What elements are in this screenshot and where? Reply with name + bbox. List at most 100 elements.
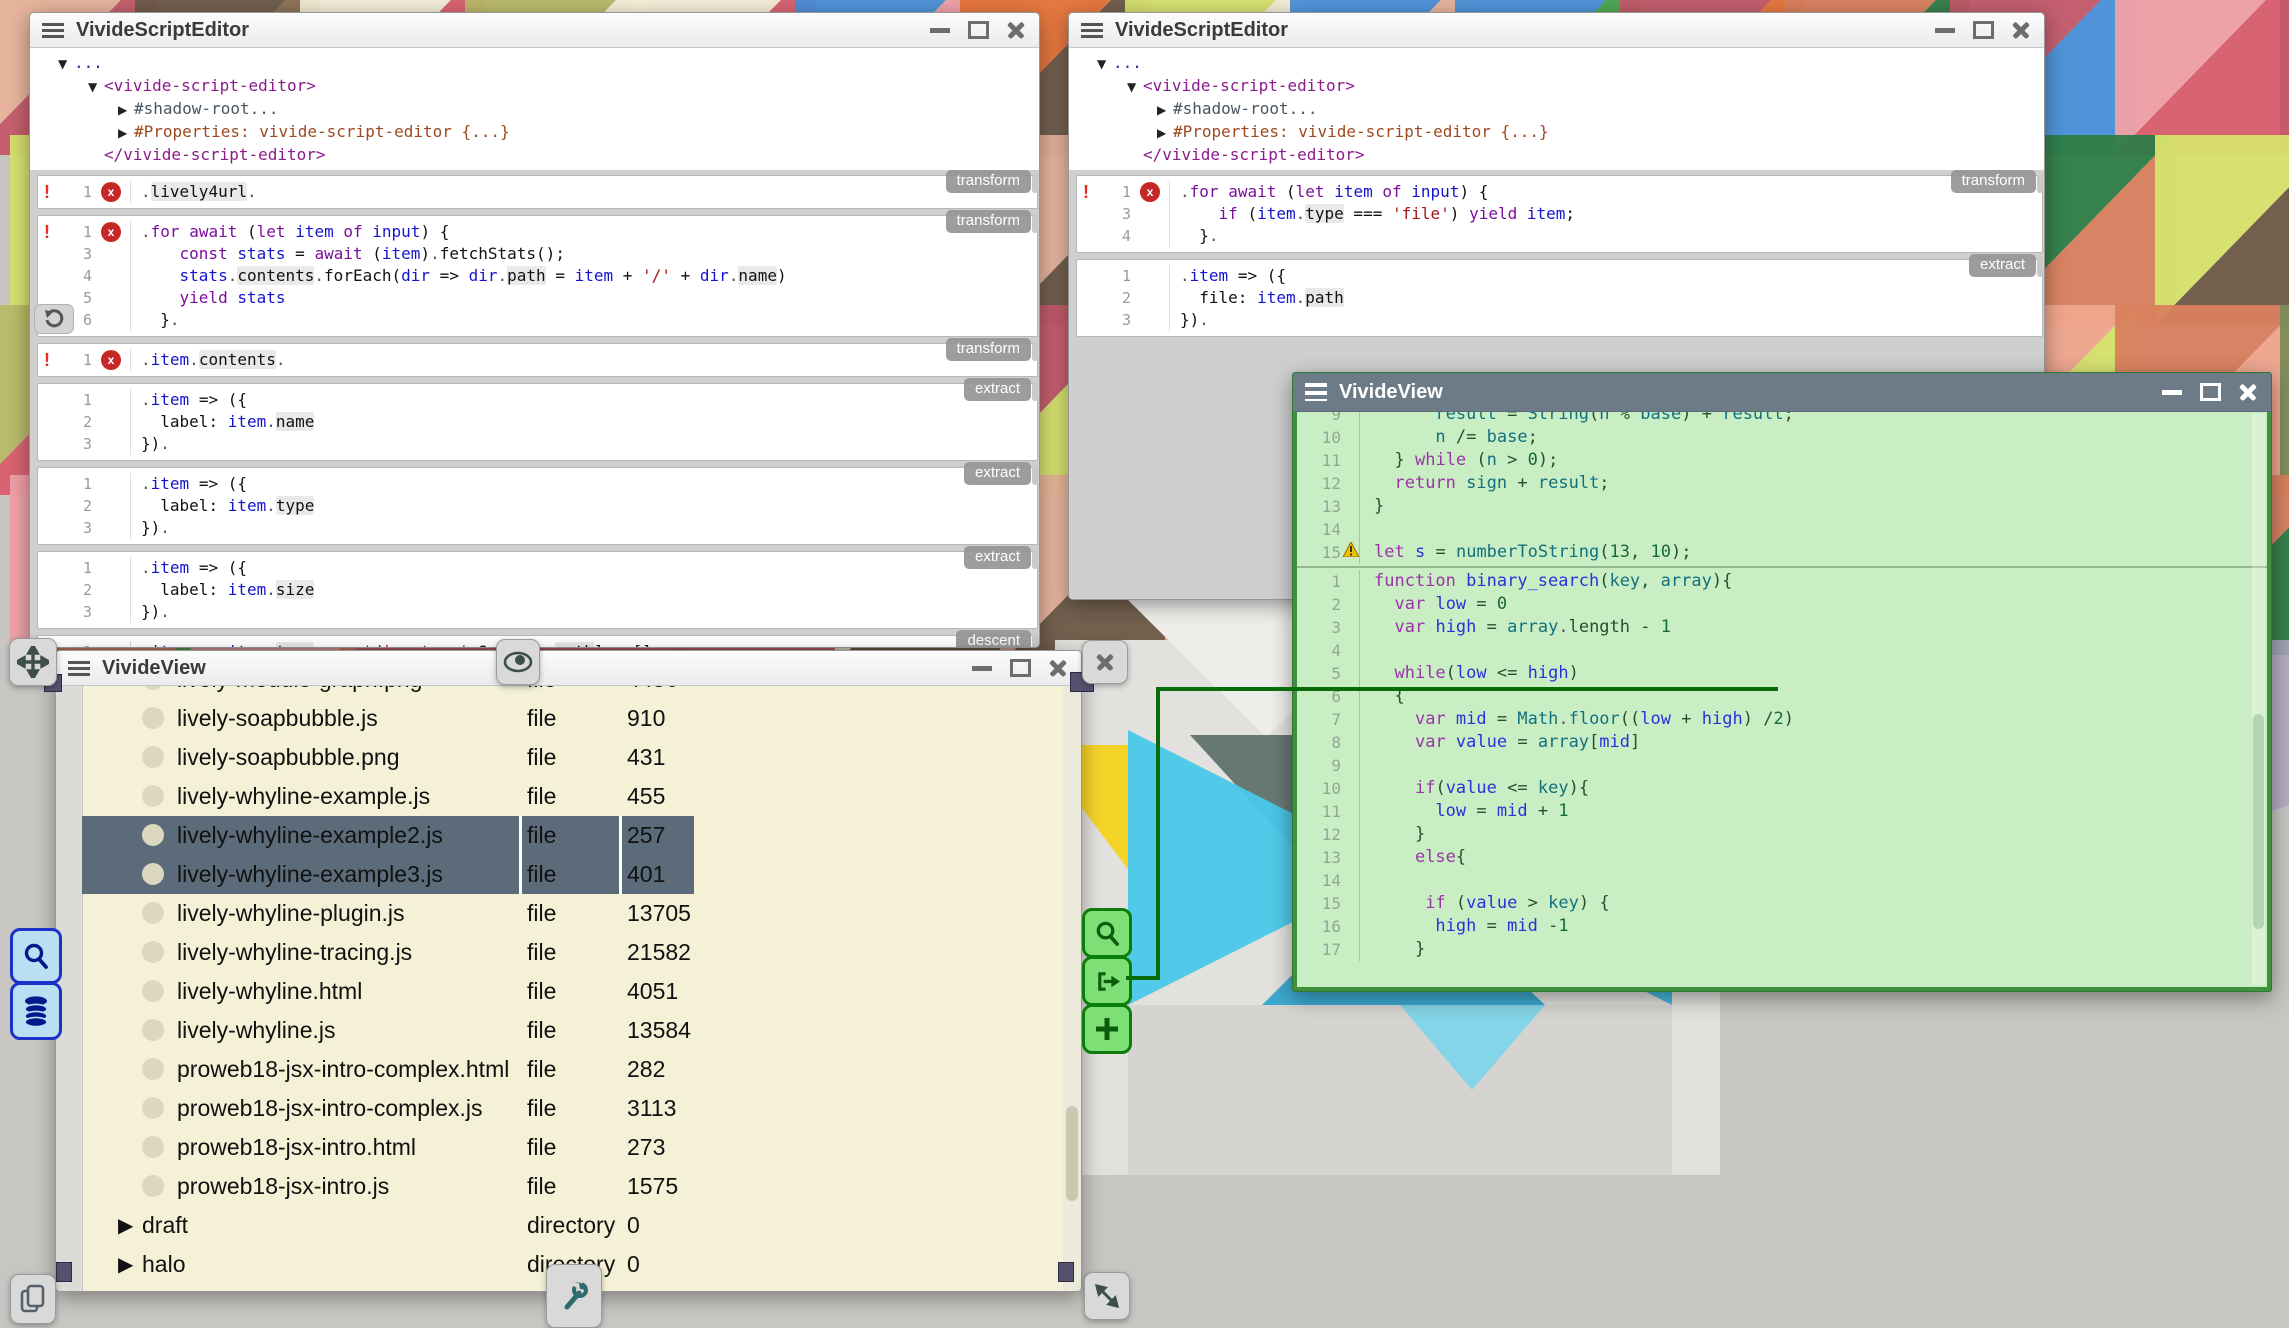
file-row[interactable]: lively-whyline-plugin.jsfile13705 — [82, 894, 694, 933]
dom-tree-node[interactable]: </vivide-script-editor> — [58, 144, 1039, 166]
close-icon[interactable] — [1007, 21, 1025, 39]
data-source-button[interactable] — [10, 982, 62, 1040]
code-block[interactable]: 9 result = String(n % base) + result;10 … — [1297, 412, 2267, 564]
file-row[interactable]: ▶halodirectory0 — [82, 1245, 694, 1284]
expand-open-icon[interactable]: ▼ — [88, 76, 104, 98]
dom-tree-node[interactable]: ▶#Properties: vivide-script-editor {...} — [1097, 121, 2044, 144]
dom-tree-node[interactable]: ▶#Properties: vivide-script-editor {...} — [58, 121, 1039, 144]
move-button[interactable] — [9, 638, 57, 686]
dom-tree-node[interactable]: ▼... — [1097, 52, 2044, 75]
step-type-badge[interactable]: transform — [946, 210, 1031, 233]
minimize-icon[interactable] — [972, 666, 992, 671]
minimize-icon[interactable] — [1935, 28, 1955, 33]
scrollbar-vertical[interactable] — [2252, 414, 2265, 985]
code-block[interactable]: 1function binary_search(key, array){2 va… — [1297, 570, 2267, 961]
script-step-block[interactable]: extract1.item => ({2 label: item.name3})… — [37, 383, 1038, 461]
titlebar[interactable]: VivideScriptEditor — [1069, 13, 2044, 48]
file-row[interactable]: proweb18-jsx-intro-complex.htmlfile282 — [82, 1050, 694, 1089]
script-step-block[interactable]: transform!1x.for await (let item of inpu… — [1076, 175, 2043, 253]
expand-open-icon[interactable]: ▼ — [1097, 53, 1113, 75]
minimize-icon[interactable] — [930, 28, 950, 33]
tools-button[interactable] — [546, 1264, 602, 1328]
eye-button[interactable] — [496, 639, 540, 685]
dom-tree-label: </vivide-script-editor> — [1143, 145, 1365, 164]
copy-button[interactable] — [10, 1274, 56, 1324]
script-step-block[interactable]: transform!1x.for await (let item of inpu… — [37, 215, 1038, 337]
file-row[interactable]: lively-whyline-example.jsfile455 — [82, 777, 694, 816]
expand-closed-icon[interactable]: ▶ — [1157, 99, 1173, 121]
resize-button[interactable] — [1084, 1272, 1130, 1320]
file-row[interactable]: lively-whyline.jsfile13584 — [82, 1011, 694, 1050]
file-row[interactable]: ▶draftdirectory0 — [82, 1206, 694, 1245]
expand-closed-icon[interactable]: ▶ — [118, 1213, 133, 1237]
maximize-icon[interactable] — [1973, 21, 1994, 39]
script-step-block[interactable]: extract1.item => ({2 file: item.path3}). — [1076, 259, 2043, 337]
titlebar[interactable]: VivideScriptEditor — [30, 13, 1039, 48]
search-button-blue[interactable] — [10, 928, 62, 984]
dom-tree-node[interactable]: ▼<vivide-script-editor> — [1097, 75, 2044, 98]
export-connection-button[interactable] — [1082, 956, 1132, 1006]
step-type-badge[interactable]: transform — [1951, 170, 2036, 193]
expand-open-icon[interactable]: ▼ — [1127, 76, 1143, 98]
step-type-badge[interactable]: transform — [946, 170, 1031, 193]
maximize-icon[interactable] — [2200, 383, 2221, 401]
dom-tree-node[interactable]: ▼<vivide-script-editor> — [58, 75, 1039, 98]
script-step-block[interactable]: transform!1x.item.contents. — [37, 343, 1038, 377]
add-view-button[interactable] — [1082, 1004, 1132, 1054]
file-row[interactable]: proweb18-jsx-intro-complex.jsfile3113 — [82, 1089, 694, 1128]
file-row[interactable]: proweb18-jsx-intro.jsfile1575 — [82, 1167, 694, 1206]
script-step-block[interactable]: extract1.item => ({2 label: item.type3})… — [37, 467, 1038, 545]
scrollbar-thumb[interactable] — [2253, 714, 2264, 929]
file-row[interactable]: lively-whyline-example2.jsfile257 — [82, 816, 694, 855]
file-row[interactable]: lively-whyline.htmlfile4051 — [82, 972, 694, 1011]
minimize-icon[interactable] — [2162, 390, 2182, 395]
step-type-badge[interactable]: extract — [964, 462, 1031, 485]
line-number: 3 — [60, 433, 92, 455]
script-step-block[interactable]: extract1.item => ({2 label: item.size3})… — [37, 551, 1038, 629]
maximize-icon[interactable] — [968, 21, 989, 39]
expand-closed-icon[interactable]: ▶ — [118, 122, 134, 144]
resize-handle-bottom-left[interactable] — [56, 1262, 72, 1282]
close-icon[interactable] — [2239, 383, 2257, 401]
search-button-green[interactable] — [1082, 908, 1132, 958]
scrollbar-vertical[interactable] — [1063, 686, 1081, 1291]
file-row[interactable]: lively-whyline-example3.jsfile401 — [82, 855, 694, 894]
scrollbar-thumb[interactable] — [1066, 1106, 1078, 1201]
close-icon[interactable] — [2012, 21, 2030, 39]
file-row[interactable]: proweb18-jsx-intro.htmlfile273 — [82, 1128, 694, 1167]
expand-closed-icon[interactable]: ▶ — [118, 1252, 133, 1276]
step-type-badge[interactable]: extract — [964, 378, 1031, 401]
titlebar[interactable]: VivideView — [1293, 373, 2271, 412]
expand-closed-icon[interactable]: ▶ — [1157, 122, 1173, 144]
file-row[interactable]: lively-module-graph.pngfile4456 — [82, 686, 694, 699]
file-row[interactable]: index.htmlfile331 — [82, 1284, 694, 1291]
file-row[interactable]: lively-whyline-tracing.jsfile21582 — [82, 933, 694, 972]
hamburger-icon[interactable] — [1305, 383, 1327, 401]
titlebar[interactable]: VivideView — [56, 651, 1081, 686]
step-type-badge[interactable]: descent — [956, 630, 1031, 647]
dom-tree-node[interactable]: ▶#shadow-root... — [58, 98, 1039, 121]
dom-tree-node[interactable]: ▶#shadow-root... — [1097, 98, 2044, 121]
file-row[interactable]: lively-soapbubble.pngfile431 — [82, 738, 694, 777]
hamburger-icon[interactable] — [1081, 23, 1103, 38]
resize-handle-bottom-right[interactable] — [1058, 1262, 1074, 1282]
dom-tree-node[interactable]: ▼... — [58, 52, 1039, 75]
step-type-badge[interactable]: transform — [946, 338, 1031, 361]
code-view[interactable]: 9 result = String(n % base) + result;10 … — [1297, 412, 2267, 987]
dom-tree-node[interactable]: </vivide-script-editor> — [1097, 144, 2044, 166]
undo-button[interactable] — [34, 304, 74, 334]
file-size: 13584 — [627, 1017, 691, 1044]
file-name: lively-whyline-example.js — [177, 783, 430, 810]
hamburger-icon[interactable] — [42, 23, 64, 38]
step-type-badge[interactable]: extract — [964, 546, 1031, 569]
line-number: 3 — [60, 243, 92, 265]
expand-open-icon[interactable]: ▼ — [58, 53, 74, 75]
close-icon[interactable] — [1049, 659, 1067, 677]
detach-close-button[interactable] — [1082, 640, 1128, 684]
script-step-block[interactable]: transform!1x.lively4url. — [37, 175, 1038, 209]
hamburger-icon[interactable] — [68, 661, 90, 676]
file-row[interactable]: lively-soapbubble.jsfile910 — [82, 699, 694, 738]
expand-closed-icon[interactable]: ▶ — [118, 99, 134, 121]
step-type-badge[interactable]: extract — [1969, 254, 2036, 277]
maximize-icon[interactable] — [1010, 659, 1031, 677]
